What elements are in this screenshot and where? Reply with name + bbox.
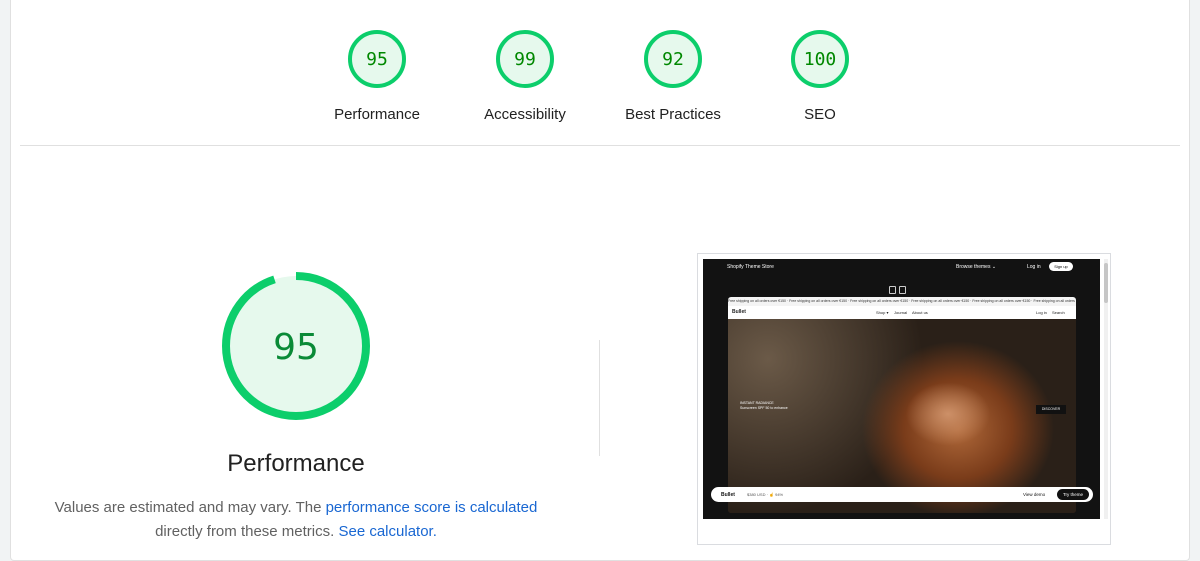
score-calculated-link[interactable]: performance score is calculated <box>326 499 538 516</box>
performance-gauge-ring: 95 <box>222 272 370 420</box>
gauge-performance[interactable]: 95 Performance <box>302 28 452 123</box>
score-summary: 95 Performance 99 Accessibility 92 Best … <box>11 0 1189 146</box>
lighthouse-report-card: 95 Performance 99 Accessibility 92 Best … <box>10 0 1190 561</box>
site-logo: Bullet <box>732 309 746 315</box>
screenshot-viewport: Shopify Theme Store Browse themes ⌄ Log … <box>703 259 1100 519</box>
best-practices-score-ring: 92 <box>644 30 702 88</box>
seo-score: 100 <box>804 49 837 70</box>
try-theme-button: Try theme <box>1057 489 1089 500</box>
performance-label: Performance <box>334 106 420 123</box>
view-demo: View demo <box>1023 492 1046 497</box>
mobile-icon <box>899 286 906 294</box>
gauge-seo[interactable]: 100 SEO <box>745 28 895 123</box>
performance-big-score: 95 <box>273 327 319 368</box>
section-divider <box>20 145 1180 146</box>
hero-text: INSTANT RADIANCE Sunscreen SPF 50 to enh… <box>740 401 788 411</box>
device-toggle-icons <box>889 281 909 294</box>
promo-bar: Free shipping on all orders over €150 · … <box>728 297 1076 306</box>
store-topbar: Shopify Theme Store Browse themes ⌄ Log … <box>703 259 1100 275</box>
site-search: Search <box>1052 310 1065 315</box>
seo-score-ring: 100 <box>791 30 849 88</box>
accessibility-label: Accessibility <box>484 106 566 123</box>
site-nav: Bullet Shop ▾ Journal About us Log in Se… <box>728 306 1076 319</box>
see-calculator-link[interactable]: See calculator. <box>338 523 436 540</box>
store-title: Shopify Theme Store <box>727 264 774 270</box>
accessibility-score-ring: 99 <box>496 30 554 88</box>
seo-label: SEO <box>804 106 836 123</box>
site-login: Log in <box>1036 310 1047 315</box>
performance-heading: Performance <box>227 450 365 477</box>
performance-big-gauge: 95 <box>218 268 374 429</box>
desc-text-2: directly from these metrics. <box>155 523 335 540</box>
site-nav-shop: Shop ▾ <box>876 310 889 315</box>
hero-image: INSTANT RADIANCE Sunscreen SPF 50 to enh… <box>728 319 1076 513</box>
discover-button: DISCOVER <box>1036 405 1066 414</box>
site-nav-about: About us <box>912 310 928 315</box>
theme-preview: Free shipping on all orders over €150 · … <box>728 297 1076 513</box>
final-screenshot: Shopify Theme Store Browse themes ⌄ Log … <box>697 253 1111 545</box>
best-practices-label: Best Practices <box>625 106 721 123</box>
store-signup: Sign up <box>1049 262 1073 271</box>
screenshot-scrollbar <box>1104 259 1108 519</box>
vertical-divider <box>599 340 600 456</box>
theme-name: Bullet <box>721 492 735 498</box>
performance-score: 95 <box>366 49 388 70</box>
performance-description: Values are estimated and may vary. The p… <box>51 496 541 544</box>
store-login: Log in <box>1027 264 1041 270</box>
desc-text-1: Values are estimated and may vary. The <box>54 499 326 516</box>
performance-score-ring: 95 <box>348 30 406 88</box>
site-nav-journal: Journal <box>894 310 908 315</box>
hero-line-2: Sunscreen SPF 50 to enhance <box>740 406 788 410</box>
scroll-thumb <box>1104 263 1108 303</box>
browse-themes: Browse themes ⌄ <box>956 264 997 270</box>
gauge-best-practices[interactable]: 92 Best Practices <box>598 28 748 123</box>
theme-meta: $380 USD · ☝ 94% <box>747 492 784 497</box>
desktop-icon <box>889 286 896 294</box>
accessibility-score: 99 <box>514 49 536 70</box>
theme-bottom-bar: Bullet $380 USD · ☝ 94% View demo Try th… <box>711 487 1093 502</box>
gauge-accessibility[interactable]: 99 Accessibility <box>450 28 600 123</box>
best-practices-score: 92 <box>662 49 684 70</box>
